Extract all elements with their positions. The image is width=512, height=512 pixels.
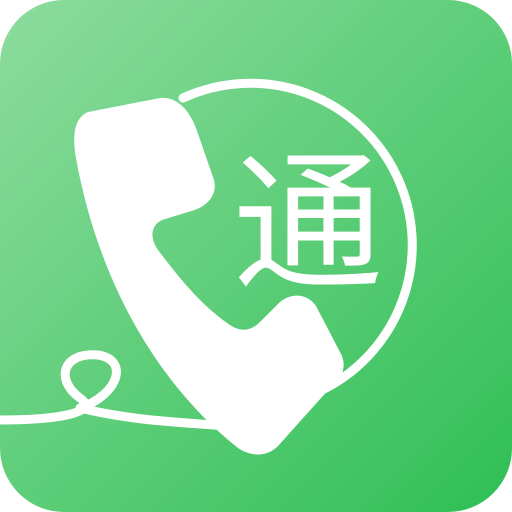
app-glyph: 通: [233, 138, 383, 312]
app-icon[interactable]: 通: [0, 0, 512, 512]
app-icon-graphic: 通: [0, 0, 512, 512]
